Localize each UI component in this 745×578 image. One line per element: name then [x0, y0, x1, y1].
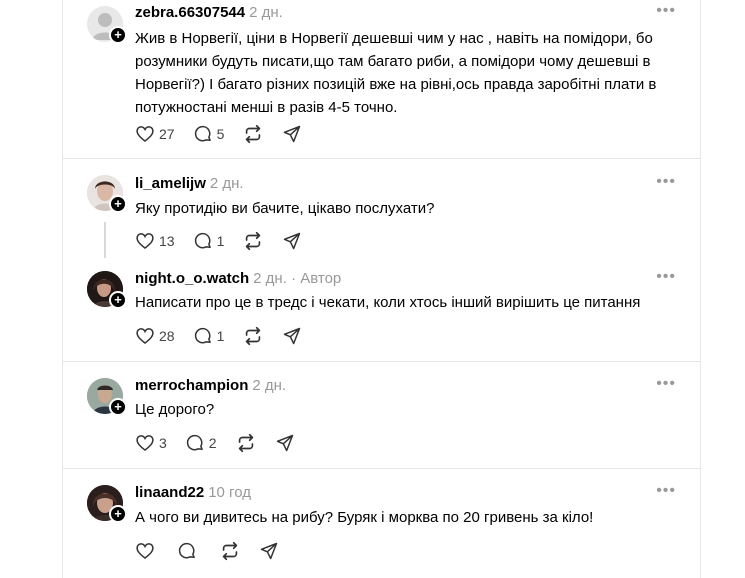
- share-button[interactable]: [275, 433, 295, 453]
- more-options-icon[interactable]: •••: [656, 2, 676, 20]
- action-bar: 3 2: [135, 432, 313, 454]
- post-text: А чого ви дивитесь на рибу? Буряк і морк…: [135, 509, 594, 526]
- follow-plus-icon[interactable]: +: [109, 26, 127, 44]
- comment-count: 5: [216, 126, 225, 142]
- like-button[interactable]: 27: [135, 124, 175, 144]
- action-bar: 28 1: [135, 325, 320, 347]
- replies-panel: + zebra.66307544 2 дн. ••• Жив в Норвегії…: [62, 0, 701, 578]
- follow-plus-icon[interactable]: +: [109, 505, 127, 523]
- username[interactable]: li_amelijw: [135, 175, 206, 192]
- share-button[interactable]: [259, 541, 279, 561]
- reply-post: + merrochampion 2 дн. ••• Це дорого? 3 2: [63, 362, 700, 468]
- share-button[interactable]: [282, 124, 302, 144]
- like-count: 13: [159, 233, 175, 249]
- action-bar: 27 5: [135, 123, 320, 145]
- timestamp[interactable]: 10 год: [208, 484, 251, 501]
- username[interactable]: night.o_o.watch: [135, 270, 249, 287]
- reply-post: + zebra.66307544 2 дн. ••• Жив в Норвегії…: [63, 0, 700, 158]
- repost-icon: [222, 541, 238, 561]
- post-text: Це дорого?: [135, 401, 215, 418]
- repost-icon: [246, 326, 261, 346]
- comment-icon: [194, 232, 211, 249]
- comment-icon: [186, 434, 203, 451]
- post-header: linaand22 10 год: [135, 484, 251, 501]
- comment-button[interactable]: 5: [193, 124, 225, 144]
- post-text: Написати про це в тредс і чекати, коли х…: [135, 294, 641, 311]
- repost-icon: [238, 433, 253, 453]
- more-options-icon[interactable]: •••: [656, 173, 676, 191]
- comment-button[interactable]: 1: [193, 231, 225, 251]
- reply-post: + li_amelijw 2 дн. ••• Яку протидію ви ба…: [63, 159, 700, 255]
- comment-icon: [178, 542, 195, 559]
- repost-icon: [246, 231, 261, 251]
- share-icon: [284, 125, 301, 143]
- more-options-icon[interactable]: •••: [656, 375, 676, 393]
- reply-post: + night.o_o.watch 2 дн. · Автор ••• Напис…: [63, 255, 700, 361]
- username[interactable]: merrochampion: [135, 377, 248, 394]
- post-text: Жив в Норвегії, ціни в Норвегії дешевші …: [135, 30, 657, 116]
- post-header: merrochampion 2 дн.: [135, 377, 286, 394]
- username[interactable]: linaand22: [135, 484, 204, 501]
- heart-icon: [136, 126, 154, 143]
- reply-post: + linaand22 10 год ••• А чого ви дивитесь…: [63, 469, 700, 578]
- comment-icon: [194, 327, 211, 344]
- follow-plus-icon[interactable]: +: [109, 291, 127, 309]
- like-count: 3: [159, 435, 167, 451]
- like-button[interactable]: 28: [135, 326, 175, 346]
- timestamp[interactable]: 2 дн.: [252, 377, 286, 394]
- like-button[interactable]: 13: [135, 231, 175, 251]
- post-header: zebra.66307544 2 дн.: [135, 4, 283, 21]
- share-icon: [260, 542, 278, 560]
- comment-count: 1: [216, 233, 225, 249]
- comment-button[interactable]: 1: [193, 326, 225, 346]
- share-button[interactable]: [282, 326, 302, 346]
- heart-icon: [136, 328, 154, 345]
- heart-icon: [136, 543, 154, 560]
- comment-button[interactable]: 2: [185, 433, 217, 453]
- follow-plus-icon[interactable]: +: [109, 398, 127, 416]
- more-options-icon[interactable]: •••: [656, 482, 676, 500]
- like-count: 28: [159, 328, 175, 344]
- like-button[interactable]: 3: [135, 433, 167, 453]
- like-button[interactable]: [135, 541, 159, 561]
- heart-icon: [136, 435, 154, 452]
- repost-button[interactable]: [242, 123, 264, 145]
- comment-button[interactable]: [177, 541, 201, 561]
- timestamp[interactable]: 2 дн.: [249, 4, 283, 21]
- repost-icon: [246, 124, 261, 144]
- heart-icon: [136, 233, 154, 250]
- post-text: Яку протидію ви бачите, цікаво послухати…: [135, 200, 435, 217]
- share-button[interactable]: [282, 231, 302, 251]
- more-options-icon[interactable]: •••: [656, 268, 676, 286]
- repost-button[interactable]: [219, 540, 241, 562]
- post-header: night.o_o.watch 2 дн. · Автор: [135, 270, 341, 287]
- repost-button[interactable]: [242, 325, 264, 347]
- like-count: 27: [159, 126, 175, 142]
- share-icon: [284, 327, 301, 345]
- follow-plus-icon[interactable]: +: [109, 195, 127, 213]
- username[interactable]: zebra.66307544: [135, 4, 245, 21]
- comment-count: 2: [208, 435, 217, 451]
- timestamp[interactable]: 2 дн.: [210, 175, 244, 192]
- share-icon: [276, 434, 293, 452]
- thread-line: [104, 222, 106, 258]
- action-bar: [135, 540, 297, 562]
- action-bar: 13 1: [135, 230, 320, 252]
- repost-button[interactable]: [242, 230, 264, 252]
- timestamp[interactable]: 2 дн.: [253, 270, 287, 287]
- repost-button[interactable]: [235, 432, 257, 454]
- comment-icon: [194, 125, 211, 142]
- share-icon: [284, 232, 301, 250]
- comment-count: 1: [216, 328, 225, 344]
- post-header: li_amelijw 2 дн.: [135, 175, 244, 192]
- author-label: · Автор: [291, 270, 342, 287]
